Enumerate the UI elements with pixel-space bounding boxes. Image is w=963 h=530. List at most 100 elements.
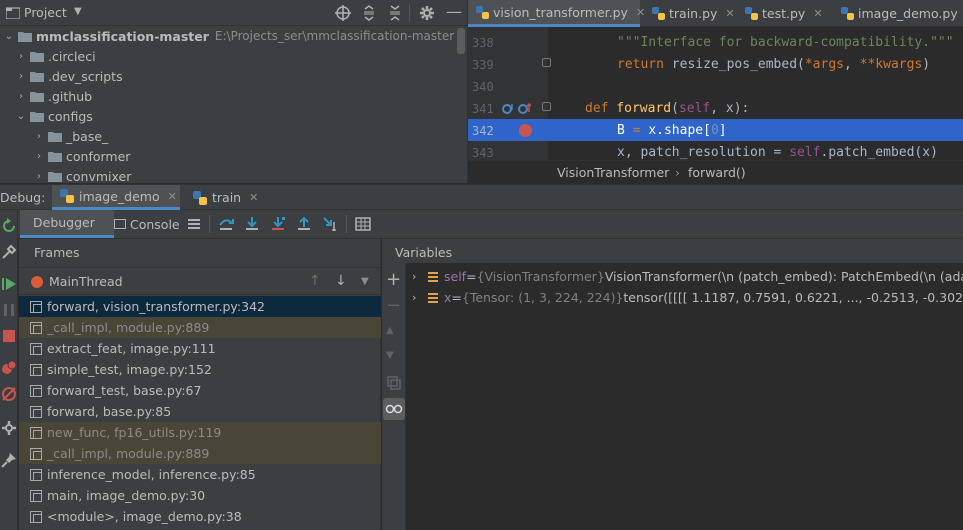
frame-row[interactable]: new_func, fp16_utils.py:119 [19, 422, 381, 443]
tab-train[interactable]: train.py ✕ [644, 0, 736, 27]
thread-selector[interactable]: MainThread ↑ ↓ ▼ [19, 267, 381, 295]
frame-row[interactable]: <module>, image_demo.py:38 [19, 506, 381, 527]
frame-icon [30, 489, 42, 502]
variables-header: Variables [382, 239, 963, 263]
hide-icon[interactable]: — [446, 4, 462, 20]
code-line-343[interactable]: x, patch_resolution = self.patch_embed(x… [617, 145, 938, 160]
tab-debugger[interactable]: Debugger [20, 210, 114, 238]
tab-test[interactable]: test.py ✕ [737, 0, 832, 27]
chevron-right-icon[interactable]: › [14, 69, 28, 83]
code-line-341[interactable]: def forward(self, x): [585, 101, 749, 116]
frame-row[interactable]: forward, base.py:85 [19, 401, 381, 422]
chevron-down-icon[interactable]: ⌄ [2, 29, 16, 43]
tree-item-circleci[interactable]: › .circleci [0, 46, 467, 66]
step-into-my-code-icon[interactable] [270, 216, 286, 232]
add-watch-icon[interactable]: + [386, 271, 402, 289]
expand-all-icon[interactable] [361, 5, 377, 21]
move-up-icon[interactable]: ▲ [386, 325, 402, 341]
remove-watch-icon[interactable]: − [386, 297, 402, 315]
chevron-right-icon[interactable]: › [32, 169, 46, 183]
frame-row[interactable]: _call_impl, module.py:889 [19, 443, 381, 464]
code-number: 0 [710, 123, 719, 138]
mute-breakpoints-icon[interactable] [1, 386, 17, 402]
gear-icon[interactable] [419, 5, 435, 21]
variable-row-self[interactable]: › self = {VisionTransformer} VisionTrans… [412, 266, 963, 287]
arrow-up-icon[interactable]: ↑ [309, 273, 321, 289]
tree-item-github[interactable]: › .github [0, 86, 467, 106]
step-out-icon[interactable] [296, 216, 312, 232]
breakpoint-icon[interactable] [519, 124, 532, 137]
tree-item-convmixer[interactable]: › convmixer [0, 166, 467, 184]
gear-icon[interactable] [1, 420, 17, 436]
session-tab-image-demo[interactable]: image_demo ✕ [52, 185, 180, 210]
code-line-339[interactable]: return resize_pos_embed(*args, **kwargs) [617, 57, 930, 72]
project-title[interactable]: Project [24, 5, 67, 20]
fold-marker-icon[interactable] [542, 102, 551, 111]
breadcrumb-class[interactable]: VisionTransformer [557, 165, 669, 180]
chevron-down-icon[interactable]: ▼ [74, 6, 82, 17]
show-watches-toggle[interactable] [383, 398, 405, 420]
toolbar-divider [346, 215, 347, 233]
chevron-right-icon[interactable]: › [412, 291, 426, 304]
tab-console[interactable]: Console [114, 210, 180, 238]
code-operator: *args [804, 57, 844, 72]
locate-icon[interactable] [335, 5, 351, 21]
frame-row[interactable]: forward_test, base.py:67 [19, 380, 381, 401]
frame-row[interactable]: forward, vision_transformer.py:342 [19, 296, 381, 317]
rerun-icon[interactable] [1, 218, 17, 234]
variable-row-x[interactable]: › x = {Tensor: (1, 3, 224, 224)} tensor(… [412, 287, 963, 308]
step-into-icon[interactable] [244, 216, 260, 232]
step-over-icon[interactable] [218, 216, 234, 232]
arrow-down-icon[interactable]: ↓ [335, 273, 347, 289]
frame-row[interactable]: main, image_demo.py:30 [19, 485, 381, 506]
menu-icon[interactable] [186, 216, 202, 232]
resume-icon[interactable] [1, 276, 17, 292]
move-down-icon[interactable]: ▼ [386, 350, 402, 366]
session-tab-train[interactable]: train ✕ [185, 185, 265, 210]
overridden-icon[interactable] [517, 102, 533, 116]
tree-item-base[interactable]: › _base_ [0, 126, 467, 146]
tree-item-conformer[interactable]: › conformer [0, 146, 467, 166]
collapse-all-icon[interactable] [387, 5, 403, 21]
pause-icon[interactable] [1, 302, 17, 318]
code-line-338[interactable]: """Interface for backward-compatibility.… [617, 35, 954, 50]
close-icon[interactable]: ✕ [249, 191, 258, 204]
tab-image-demo[interactable]: image_demo.py ✕ [833, 0, 963, 27]
frame-row[interactable]: _call_impl, module.py:889 [19, 317, 381, 338]
tree-item-dev-scripts[interactable]: › .dev_scripts [0, 66, 467, 86]
modify-run-config-icon[interactable] [1, 244, 17, 260]
override-icon[interactable] [501, 102, 515, 116]
chevron-right-icon[interactable]: › [32, 129, 46, 143]
evaluate-expression-icon[interactable] [355, 216, 371, 232]
tree-root[interactable]: ⌄ mmclassification-master E:\Projects_se… [0, 26, 467, 46]
close-icon[interactable]: ✕ [725, 7, 734, 20]
chevron-right-icon[interactable]: › [32, 149, 46, 163]
code-self: self [789, 145, 821, 160]
folder-icon [30, 111, 44, 122]
code-line-342[interactable]: B = x.shape[0] [617, 123, 727, 138]
frame-row[interactable]: simple_test, image.py:152 [19, 359, 381, 380]
view-breakpoints-icon[interactable] [1, 360, 17, 376]
frame-icon [30, 384, 42, 397]
variable-type: {Tensor: (1, 3, 224, 224)} [461, 290, 624, 305]
chevron-down-icon[interactable]: ▼ [361, 276, 369, 287]
chevron-right-icon[interactable]: › [14, 89, 28, 103]
frame-row[interactable]: inference_model, inference.py:85 [19, 464, 381, 485]
tree-item-configs[interactable]: ⌄ configs [0, 106, 467, 126]
chevron-right-icon[interactable]: › [14, 49, 28, 63]
stop-icon[interactable] [1, 328, 17, 344]
chevron-right-icon[interactable]: › [412, 270, 426, 283]
close-icon[interactable]: ✕ [813, 7, 822, 20]
pin-icon[interactable] [1, 452, 17, 468]
frame-row[interactable]: extract_feat, image.py:111 [19, 338, 381, 359]
tab-vision-transformer[interactable]: vision_transformer.py ✕ [468, 0, 645, 27]
chevron-down-icon[interactable]: ⌄ [14, 109, 28, 123]
run-to-cursor-icon[interactable] [322, 216, 338, 232]
duplicate-watch-icon[interactable] [386, 375, 402, 391]
breadcrumb-method[interactable]: forward() [688, 165, 746, 180]
variables-toolbar: + − ▲ ▼ [382, 263, 406, 530]
tab-label: Console [130, 216, 180, 232]
fold-marker-icon[interactable] [542, 58, 551, 67]
close-icon[interactable]: ✕ [168, 190, 177, 203]
project-scrollbar[interactable] [457, 28, 465, 54]
